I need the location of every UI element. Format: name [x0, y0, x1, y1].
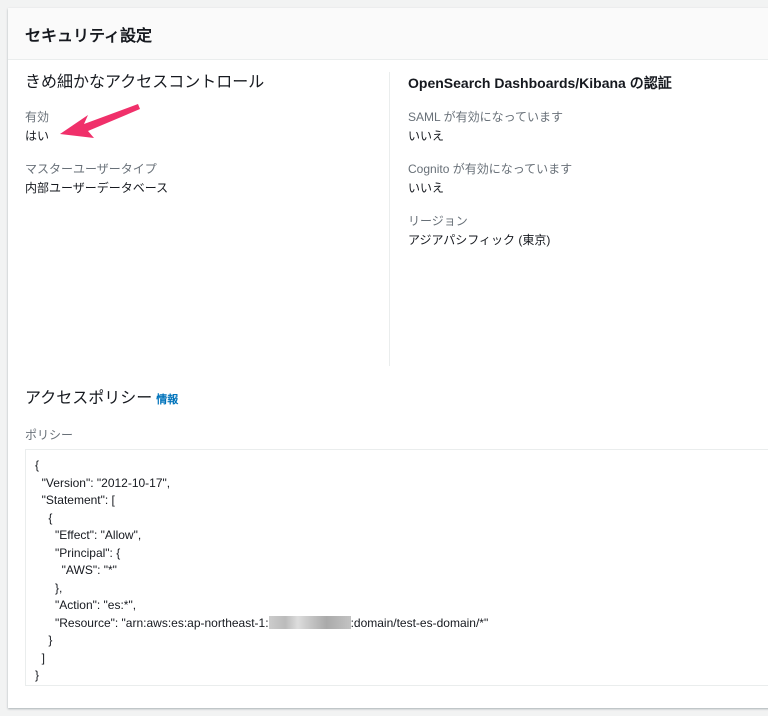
field-value: 内部ユーザーデータベース — [25, 181, 169, 195]
resource-prefix: "Resource": "arn:aws:es:ap-northeast-1: — [35, 615, 269, 630]
section-title: きめ細かなアクセスコントロール — [25, 74, 265, 91]
code-line: "Statement": [ — [35, 493, 115, 507]
code-line: }, — [35, 580, 63, 595]
panel-title: セキュリティ設定 — [25, 27, 153, 45]
info-link[interactable]: 情報 — [156, 394, 178, 406]
panel-header: セキュリティ設定 — [8, 8, 768, 60]
code-line: "Action": "es:*", — [35, 598, 137, 612]
policy-label: ポリシー — [25, 428, 74, 442]
column-divider — [389, 72, 390, 366]
code-line: "AWS": "*" — [35, 563, 117, 577]
field-value: アジアパシフィック (東京) — [408, 233, 551, 247]
field-value: いいえ — [408, 129, 445, 143]
region-field: リージョン アジアパシフィック (東京) — [408, 212, 768, 250]
resource-suffix: :domain/test-es-domain/*" — [350, 615, 489, 630]
code-line: } — [35, 668, 40, 682]
dashboards-auth-section: OpenSearch Dashboards/Kibana の認証 SAML が有… — [408, 72, 768, 264]
redacted-account-id — [268, 615, 351, 629]
annotation-arrow-icon — [60, 104, 140, 138]
code-line: "Principal": { — [35, 545, 121, 560]
code-line: "Effect": "Allow", — [35, 528, 142, 542]
access-policy-heading: アクセスポリシー 情報 — [25, 388, 178, 411]
code-line: { — [35, 510, 53, 525]
section-title: OpenSearch Dashboards/Kibana の認証 — [408, 75, 672, 91]
field-label: Cognito が有効になっています — [408, 162, 573, 176]
code-line: { — [35, 458, 40, 472]
access-policy-title: アクセスポリシー — [25, 390, 153, 407]
field-label: リージョン — [408, 214, 468, 228]
code-line: "Version": "2012-10-17", — [35, 475, 171, 490]
master-user-type-field: マスターユーザータイプ 内部ユーザーデータベース — [25, 160, 390, 198]
saml-field: SAML が有効になっています いいえ — [408, 108, 768, 146]
policy-json-viewer: { "Version": "2012-10-17", "Statement": … — [25, 449, 768, 686]
field-value: いいえ — [408, 181, 445, 195]
code-line: ] — [35, 650, 46, 665]
cognito-field: Cognito が有効になっています いいえ — [408, 160, 768, 198]
code-line-resource: "Resource": "arn:aws:es:ap-northeast-1::… — [35, 615, 768, 633]
code-line: } — [35, 633, 53, 647]
field-label: マスターユーザータイプ — [25, 162, 157, 176]
field-label: SAML が有効になっています — [408, 110, 563, 124]
